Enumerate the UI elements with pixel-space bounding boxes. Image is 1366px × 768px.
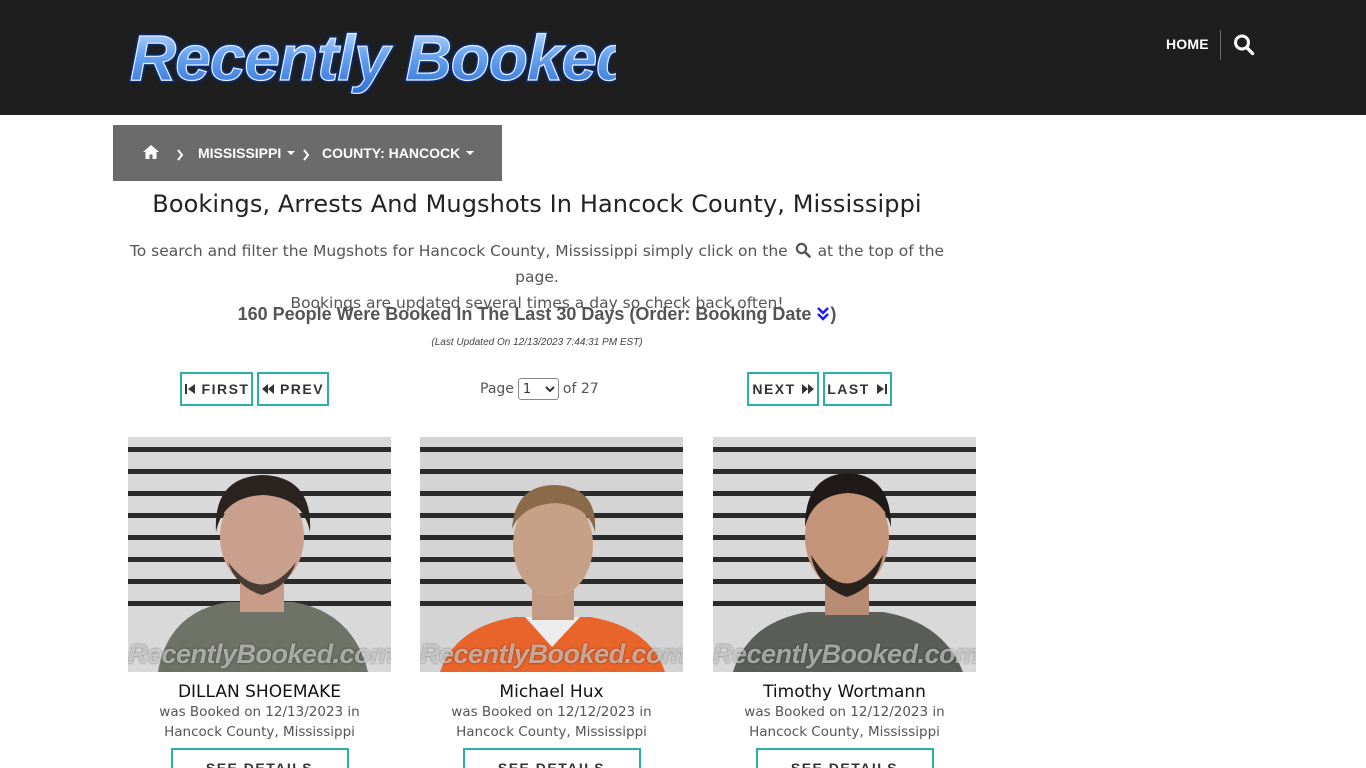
- skip-last-icon: [876, 384, 887, 394]
- caret-down-icon: [466, 151, 475, 155]
- chevron-right-icon: [302, 146, 310, 161]
- mugshot-image[interactable]: RecentlyBooked.com: [420, 437, 683, 672]
- last-page-label: LAST: [827, 381, 870, 397]
- booking-location: Hancock County, Mississippi: [164, 724, 355, 740]
- breadcrumb-county[interactable]: COUNTY: HANCOCK: [322, 145, 475, 161]
- mugshot-image[interactable]: RecentlyBooked.com: [128, 437, 391, 672]
- skip-first-icon: [184, 384, 195, 394]
- booking-card[interactable]: RecentlyBooked.com DILLAN SHOEMAKE was B…: [128, 437, 391, 768]
- page-label: Page: [480, 381, 514, 397]
- watermark: RecentlyBooked.com: [713, 639, 976, 669]
- next-page-button[interactable]: NEXT: [747, 372, 819, 406]
- forward-icon: [801, 384, 814, 394]
- booking-date: was Booked on 12/12/2023 in: [744, 704, 945, 720]
- last-page-button[interactable]: LAST: [823, 372, 892, 406]
- search-icon[interactable]: [1233, 33, 1255, 57]
- last-updated: (Last Updated On 12/13/2023 7:44:31 PM E…: [431, 337, 643, 348]
- logo-wordmark: Recently Booked Recently Booked: [128, 20, 617, 95]
- booking-count-text: 160 People Were Booked In The Last 30 Da…: [237, 304, 812, 324]
- first-page-button[interactable]: FIRST: [180, 372, 253, 406]
- prev-page-button[interactable]: PREV: [257, 372, 329, 406]
- site-header: Recently Booked Recently Booked HOME: [0, 0, 1366, 115]
- see-details-button[interactable]: SEE DETAILS: [755, 748, 934, 768]
- breadcrumb-state-label: MISSISSIPPI: [198, 145, 282, 161]
- page-select[interactable]: 1: [517, 378, 559, 400]
- person-name[interactable]: Timothy Wortmann: [713, 682, 976, 702]
- breadcrumb-state[interactable]: MISSISSIPPI: [198, 145, 296, 161]
- nav-divider: [1220, 30, 1221, 60]
- search-icon: [795, 240, 811, 258]
- see-details-button[interactable]: SEE DETAILS: [462, 748, 641, 768]
- booking-count: 160 People Were Booked In The Last 30 Da…: [113, 304, 961, 325]
- booking-location: Hancock County, Mississippi: [456, 724, 647, 740]
- booking-date: was Booked on 12/12/2023 in: [451, 704, 652, 720]
- booking-location: Hancock County, Mississippi: [749, 724, 940, 740]
- home-icon[interactable]: [142, 144, 160, 160]
- booking-count-close: ): [830, 304, 837, 324]
- page-title: Bookings, Arrests And Mugshots In Hancoc…: [152, 190, 922, 218]
- svg-text:Recently Booked: Recently Booked: [130, 22, 616, 94]
- breadcrumb: MISSISSIPPI COUNTY: HANCOCK: [113, 125, 502, 181]
- sort-order-icon[interactable]: [816, 306, 830, 322]
- watermark: RecentlyBooked.com: [128, 639, 391, 669]
- caret-down-icon: [287, 151, 296, 155]
- booking-date: was Booked on 12/13/2023 in: [159, 704, 360, 720]
- backward-icon: [261, 384, 274, 394]
- page-selector: Page 1 of 27: [480, 378, 599, 400]
- intro-text-before: To search and filter the Mugshots for Ha…: [129, 242, 788, 260]
- booking-card[interactable]: RecentlyBooked.com Michael Hux was Booke…: [420, 437, 683, 768]
- watermark: RecentlyBooked.com: [420, 639, 683, 669]
- person-name[interactable]: Michael Hux: [420, 682, 683, 702]
- person-name[interactable]: DILLAN SHOEMAKE: [128, 682, 391, 702]
- breadcrumb-county-label: COUNTY: HANCOCK: [322, 145, 461, 161]
- nav-home-link[interactable]: HOME: [1166, 36, 1209, 52]
- see-details-button[interactable]: SEE DETAILS: [170, 748, 349, 768]
- site-logo[interactable]: Recently Booked Recently Booked: [126, 18, 617, 95]
- chevron-right-icon: [176, 146, 184, 161]
- mugshot-image[interactable]: RecentlyBooked.com: [713, 437, 976, 672]
- booking-card[interactable]: RecentlyBooked.com Timothy Wortmann was …: [713, 437, 976, 768]
- prev-page-label: PREV: [279, 381, 325, 397]
- next-page-label: NEXT: [752, 381, 796, 397]
- first-page-label: FIRST: [201, 381, 250, 397]
- page-total: of 27: [562, 381, 599, 397]
